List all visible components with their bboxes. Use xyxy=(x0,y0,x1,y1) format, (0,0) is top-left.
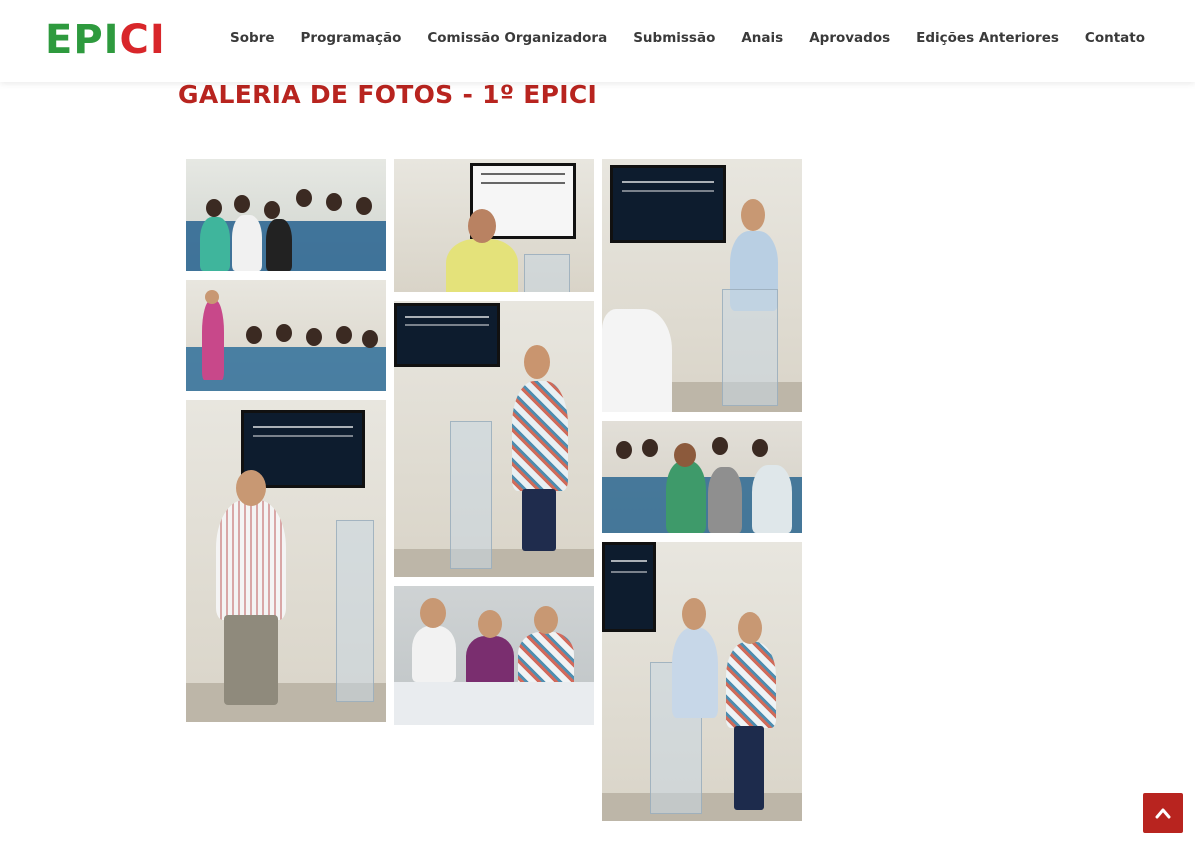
photo-detail xyxy=(682,598,706,630)
photo-detail xyxy=(202,300,224,380)
photo-detail xyxy=(446,239,518,292)
nav-sobre[interactable]: Sobre xyxy=(230,28,274,48)
photo-detail xyxy=(738,612,762,644)
photo-detail xyxy=(234,195,250,213)
photo-detail xyxy=(306,328,322,346)
photo-detail xyxy=(602,793,802,821)
photo-detail xyxy=(602,309,672,412)
photo-detail xyxy=(420,598,446,628)
nav-anais[interactable]: Anais xyxy=(741,28,783,48)
gallery-photo[interactable] xyxy=(602,159,802,412)
photo-detail xyxy=(478,610,502,638)
nav-edicoes-anteriores[interactable]: Edições Anteriores xyxy=(916,28,1059,48)
gallery-photo[interactable] xyxy=(394,586,594,725)
photo-detail xyxy=(616,441,632,459)
logo-letter: C xyxy=(119,17,150,63)
photo-detail xyxy=(712,437,728,455)
photo-detail xyxy=(534,606,558,634)
photo-detail xyxy=(466,636,514,686)
nav-comissao-organizadora[interactable]: Comissão Organizadora xyxy=(427,28,607,48)
main-nav: Sobre Programação Comissão Organizadora … xyxy=(204,28,1145,48)
photo-detail xyxy=(752,439,768,457)
scroll-to-top-button[interactable] xyxy=(1143,793,1183,833)
photo-detail xyxy=(518,632,574,688)
photo-detail xyxy=(666,461,706,533)
gallery-photo[interactable] xyxy=(186,159,386,271)
nav-aprovados[interactable]: Aprovados xyxy=(809,28,890,48)
gallery-photo[interactable] xyxy=(186,400,386,722)
nav-submissao[interactable]: Submissão xyxy=(633,28,715,48)
photo-detail xyxy=(296,189,312,207)
photo-detail xyxy=(741,199,765,231)
logo-letter: E xyxy=(45,17,74,63)
gallery-photo[interactable] xyxy=(602,421,802,533)
gallery-photo[interactable] xyxy=(186,280,386,391)
logo-letter: P xyxy=(73,17,104,63)
photo-detail xyxy=(336,520,374,702)
site-logo[interactable]: EPICI xyxy=(45,18,166,62)
gallery-photo[interactable] xyxy=(394,301,594,577)
photo-detail xyxy=(276,324,292,342)
photo-detail xyxy=(362,330,378,348)
photo-detail xyxy=(246,326,262,344)
gallery-photo[interactable] xyxy=(602,542,802,821)
photo-detail xyxy=(672,628,718,718)
photo-detail xyxy=(200,217,230,271)
photo-detail xyxy=(412,626,456,682)
photo-detail xyxy=(206,199,222,217)
photo-detail xyxy=(216,500,286,620)
photo-detail xyxy=(524,254,570,292)
nav-contato[interactable]: Contato xyxy=(1085,28,1145,48)
photo-detail xyxy=(356,197,372,215)
photo-detail xyxy=(468,209,496,243)
photo-detail xyxy=(266,219,292,271)
photo-detail xyxy=(394,549,594,577)
photo-detail xyxy=(708,467,742,533)
site-header: EPICI Sobre Programação Comissão Organiz… xyxy=(0,0,1195,82)
photo-detail xyxy=(205,290,219,304)
photo-detail xyxy=(522,489,556,551)
photo-detail xyxy=(232,215,262,271)
photo-detail xyxy=(610,165,726,243)
photo-detail xyxy=(450,421,492,569)
photo-detail xyxy=(394,303,500,367)
photo-detail xyxy=(722,289,778,406)
photo-detail xyxy=(264,201,280,219)
photo-detail xyxy=(336,326,352,344)
photo-detail xyxy=(524,345,550,379)
photo-detail xyxy=(674,443,696,467)
gallery-photo[interactable] xyxy=(394,159,594,292)
photo-detail xyxy=(236,470,266,506)
photo-detail xyxy=(326,193,342,211)
photo-detail xyxy=(512,381,568,491)
photo-detail xyxy=(734,726,764,810)
logo-letter: I xyxy=(103,17,120,63)
photo-detail xyxy=(394,682,594,725)
logo-letter: I xyxy=(149,17,166,63)
photo-detail xyxy=(642,439,658,457)
photo-detail xyxy=(752,465,792,533)
page-title: GALERIA DE FOTOS - 1º EPICI xyxy=(178,80,598,109)
chevron-up-icon xyxy=(1155,808,1171,819)
nav-programacao[interactable]: Programação xyxy=(301,28,402,48)
photo-detail xyxy=(224,615,278,705)
photo-detail xyxy=(726,642,776,728)
photo-detail xyxy=(602,542,656,632)
